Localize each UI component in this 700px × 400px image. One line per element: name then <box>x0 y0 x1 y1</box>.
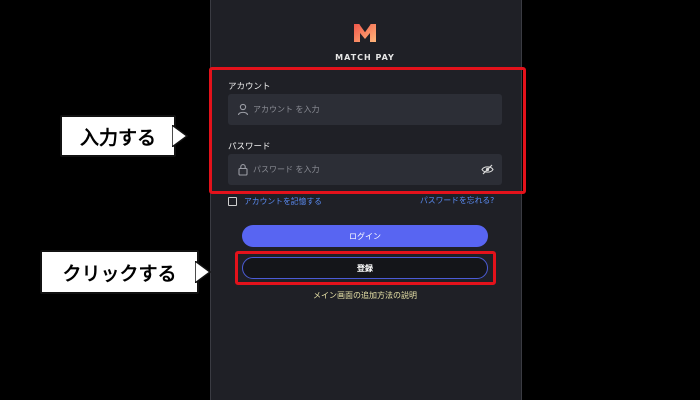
click-callout: クリックする <box>40 250 211 294</box>
remember-account[interactable]: アカウントを記憶する <box>228 195 322 207</box>
callout-arrow-icon <box>172 125 188 147</box>
callout-arrow-icon <box>195 261 211 283</box>
click-callout-text: クリックする <box>62 262 177 285</box>
remember-checkbox[interactable] <box>228 196 237 206</box>
help-link[interactable]: メイン画面の追加方法の説明 <box>230 290 500 301</box>
register-highlight-box <box>235 251 496 285</box>
login-button[interactable]: ログイン <box>242 225 488 247</box>
input-callout: 入力する <box>60 115 188 157</box>
brand-name: MATCH PAY <box>335 53 395 62</box>
forgot-password-link[interactable]: パスワードを忘れる? <box>420 195 494 206</box>
matchpay-logo <box>354 23 376 42</box>
remember-label[interactable]: アカウントを記憶する <box>244 196 322 207</box>
input-callout-text: 入力する <box>79 126 156 149</box>
input-highlight-box <box>209 67 526 194</box>
